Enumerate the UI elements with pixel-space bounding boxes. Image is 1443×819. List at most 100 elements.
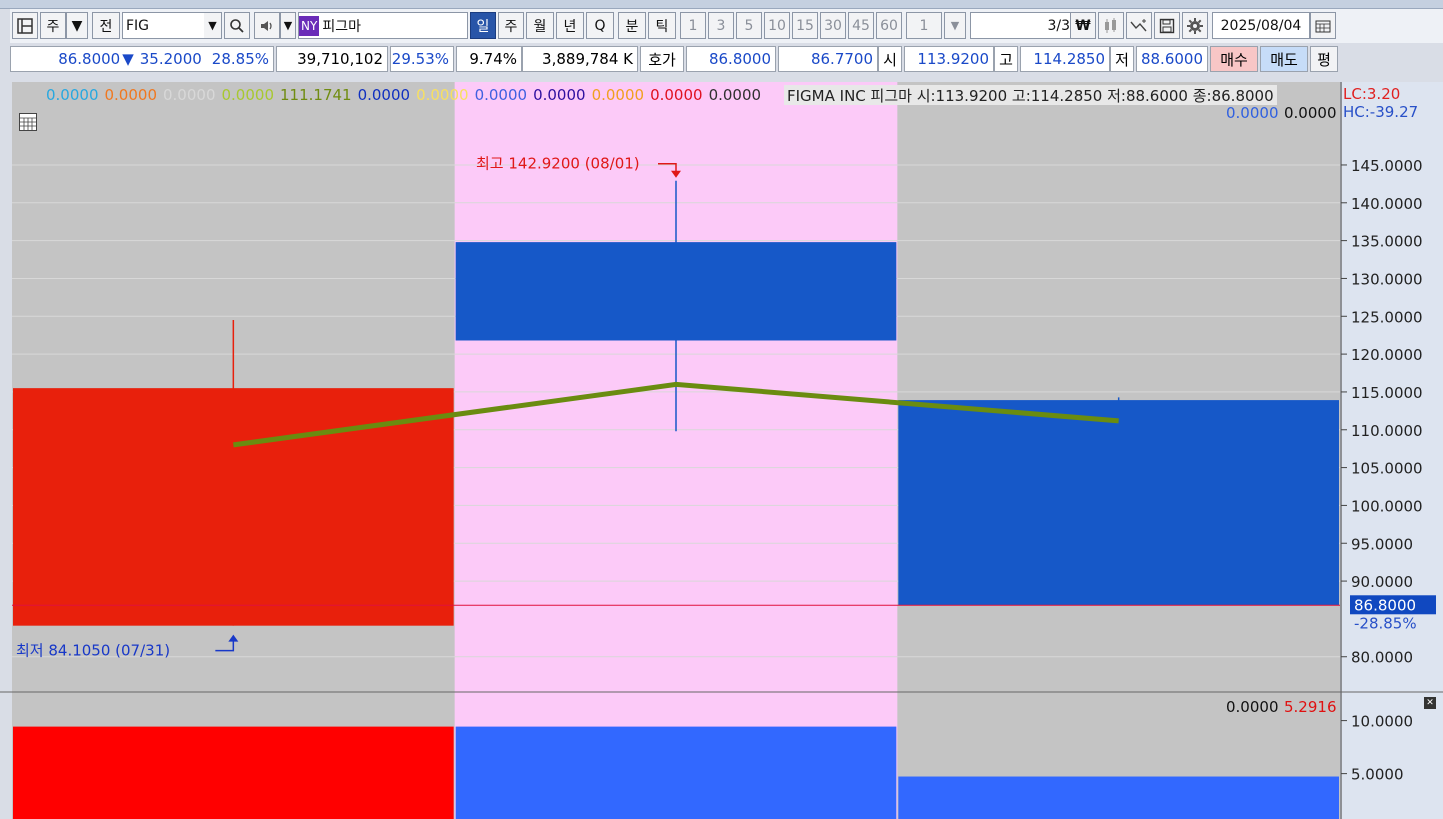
indicator-legend: 0.0000 0.0000 0.0000 0.0000 111.1741 0.0000 0.…: [46, 86, 767, 104]
legend-value: 0.0000: [104, 86, 158, 104]
y-tick-label: 80.0000: [1351, 649, 1413, 667]
speaker-dropdown-icon[interactable]: ▼: [280, 12, 296, 39]
ask-price: 86.7700: [778, 46, 878, 72]
y-tick-label: 110.0000: [1351, 422, 1423, 440]
calendar-icon[interactable]: [1310, 12, 1336, 39]
current-price-label: 86.8000: [1354, 596, 1416, 614]
volume-tick-label: 10.0000: [1351, 713, 1413, 731]
window-top-strip: [0, 0, 1443, 9]
tab-yearly[interactable]: 년: [556, 12, 584, 39]
percent-2: 29.53%: [390, 46, 454, 72]
volume-bar: [898, 776, 1339, 819]
percent-3: 9.74%: [456, 46, 522, 72]
min-price-label: 최저 84.1050 (07/31): [16, 642, 170, 660]
interval-30[interactable]: 30: [820, 12, 846, 39]
legend-value: 0.0000: [474, 86, 528, 104]
y-tick-label: 125.0000: [1351, 308, 1423, 326]
candle-body: [455, 242, 897, 341]
all-button[interactable]: 전: [92, 12, 120, 39]
interval-45[interactable]: 45: [848, 12, 874, 39]
legend-value: 0.0000: [221, 86, 275, 104]
interval-15[interactable]: 15: [792, 12, 818, 39]
current-price: 86.8000: [58, 50, 121, 68]
volume-value: 39,710,102: [276, 46, 388, 72]
candle-settings-icon[interactable]: [1098, 12, 1124, 39]
legend-value: 0.0000: [650, 86, 703, 104]
max-price-label: 최고 142.9200 (08/01): [476, 155, 640, 173]
volume-tick-label: 5.0000: [1351, 766, 1404, 784]
tab-quarter[interactable]: Q: [586, 12, 614, 39]
sell-button[interactable]: 매도: [1260, 46, 1308, 72]
sub-legend-1: 0.0000: [1226, 104, 1279, 122]
buy-button[interactable]: 매수: [1210, 46, 1258, 72]
interval-1[interactable]: 1: [680, 12, 706, 39]
tab-tick[interactable]: 틱: [648, 12, 676, 39]
bid-price: 86.8000: [686, 46, 776, 72]
ny-market-badge: NY: [299, 15, 320, 36]
open-label: 시: [878, 46, 902, 72]
panel-close-icon[interactable]: ✕: [1424, 697, 1436, 709]
search-icon[interactable]: [224, 12, 250, 39]
stock-name-field[interactable]: NY 피그마: [298, 12, 468, 39]
sub-legend-2: 0.0000: [1284, 104, 1337, 122]
interval-60[interactable]: 60: [876, 12, 902, 39]
save-icon[interactable]: [1154, 12, 1180, 39]
interval-3[interactable]: 3: [708, 12, 734, 39]
legend-value: 111.1741: [280, 86, 352, 104]
low-label: 저: [1110, 46, 1134, 72]
layout-icon[interactable]: [12, 12, 38, 39]
count-dropdown-icon[interactable]: ▼: [944, 12, 966, 39]
open-price: 113.9200: [904, 46, 994, 72]
price-change-box: 86.8000 ▼ 35.2000 28.85%: [10, 46, 274, 72]
y-tick-label: 120.0000: [1351, 346, 1423, 364]
y-tick-label: 140.0000: [1351, 195, 1423, 213]
tab-minute[interactable]: 분: [618, 12, 646, 39]
legend-value: 0.0000: [416, 86, 469, 104]
speaker-icon[interactable]: [254, 12, 280, 39]
stock-name: 피그마: [322, 18, 361, 35]
tab-monthly[interactable]: 월: [526, 12, 554, 39]
chevron-down-icon[interactable]: ▼: [66, 12, 88, 39]
trade-amount: 3,889,784 K: [522, 46, 638, 72]
low-price: 88.6000: [1136, 46, 1208, 72]
legend-value: 0.0000: [533, 86, 586, 104]
high-price: 114.2850: [1020, 46, 1110, 72]
tab-weekly[interactable]: 주: [498, 12, 524, 39]
volume-bar: [13, 726, 454, 819]
change-percent: 28.85%: [211, 50, 269, 68]
stock-type-select[interactable]: 주: [40, 12, 66, 39]
interval-10[interactable]: 10: [764, 12, 790, 39]
y-tick-label: 145.0000: [1351, 157, 1423, 175]
count-input[interactable]: 1: [906, 12, 942, 39]
page-indicator: 3/3: [970, 12, 1074, 39]
chart-summary: FIGMA INC 피그마 시:113.9200 고:114.2850 저:88…: [784, 85, 1277, 105]
quote-bar: 86.8000 ▼ 35.2000 28.85% 39,710,102 29.5…: [10, 44, 1443, 74]
hoga-label: 호가: [640, 46, 684, 72]
hc-label: HC:-39.27: [1343, 103, 1419, 121]
interval-5[interactable]: 5: [736, 12, 762, 39]
y-tick-label: 135.0000: [1351, 233, 1423, 251]
drawing-tool-icon[interactable]: [1126, 12, 1152, 39]
table-view-icon[interactable]: [18, 112, 38, 132]
y-tick-label: 100.0000: [1351, 497, 1423, 515]
current-change-label: -28.85%: [1354, 614, 1417, 632]
main-toolbar: 주 ▼ 전 FIG ▼ ▼ NY 피그마 일 주 월 년 Q 분 틱 1 3 5…: [10, 9, 1443, 43]
y-tick-label: 115.0000: [1351, 384, 1423, 402]
avg-button[interactable]: 평: [1310, 46, 1338, 72]
tab-daily[interactable]: 일: [470, 12, 496, 39]
legend-value: 0.0000: [591, 86, 645, 104]
price-chart[interactable]: 145.0000 140.0000 135.0000 130.0000 125.0000…: [0, 82, 1443, 819]
legend-value: 0.0000: [708, 86, 762, 104]
legend-value: 0.0000: [357, 86, 411, 104]
high-label: 고: [994, 46, 1018, 72]
y-tick-label: 90.0000: [1351, 573, 1413, 591]
y-tick-label: 95.0000: [1351, 535, 1413, 553]
volume-legend-2: 5.2916: [1284, 698, 1337, 716]
currency-icon[interactable]: ₩: [1070, 12, 1096, 39]
legend-value: 0.0000: [163, 86, 216, 104]
date-input[interactable]: 2025/08/04: [1212, 12, 1310, 39]
y-tick-label: 105.0000: [1351, 460, 1423, 478]
legend-value: 0.0000: [46, 86, 99, 104]
symbol-dropdown-icon[interactable]: ▼: [204, 12, 222, 39]
gear-icon[interactable]: [1182, 12, 1208, 39]
